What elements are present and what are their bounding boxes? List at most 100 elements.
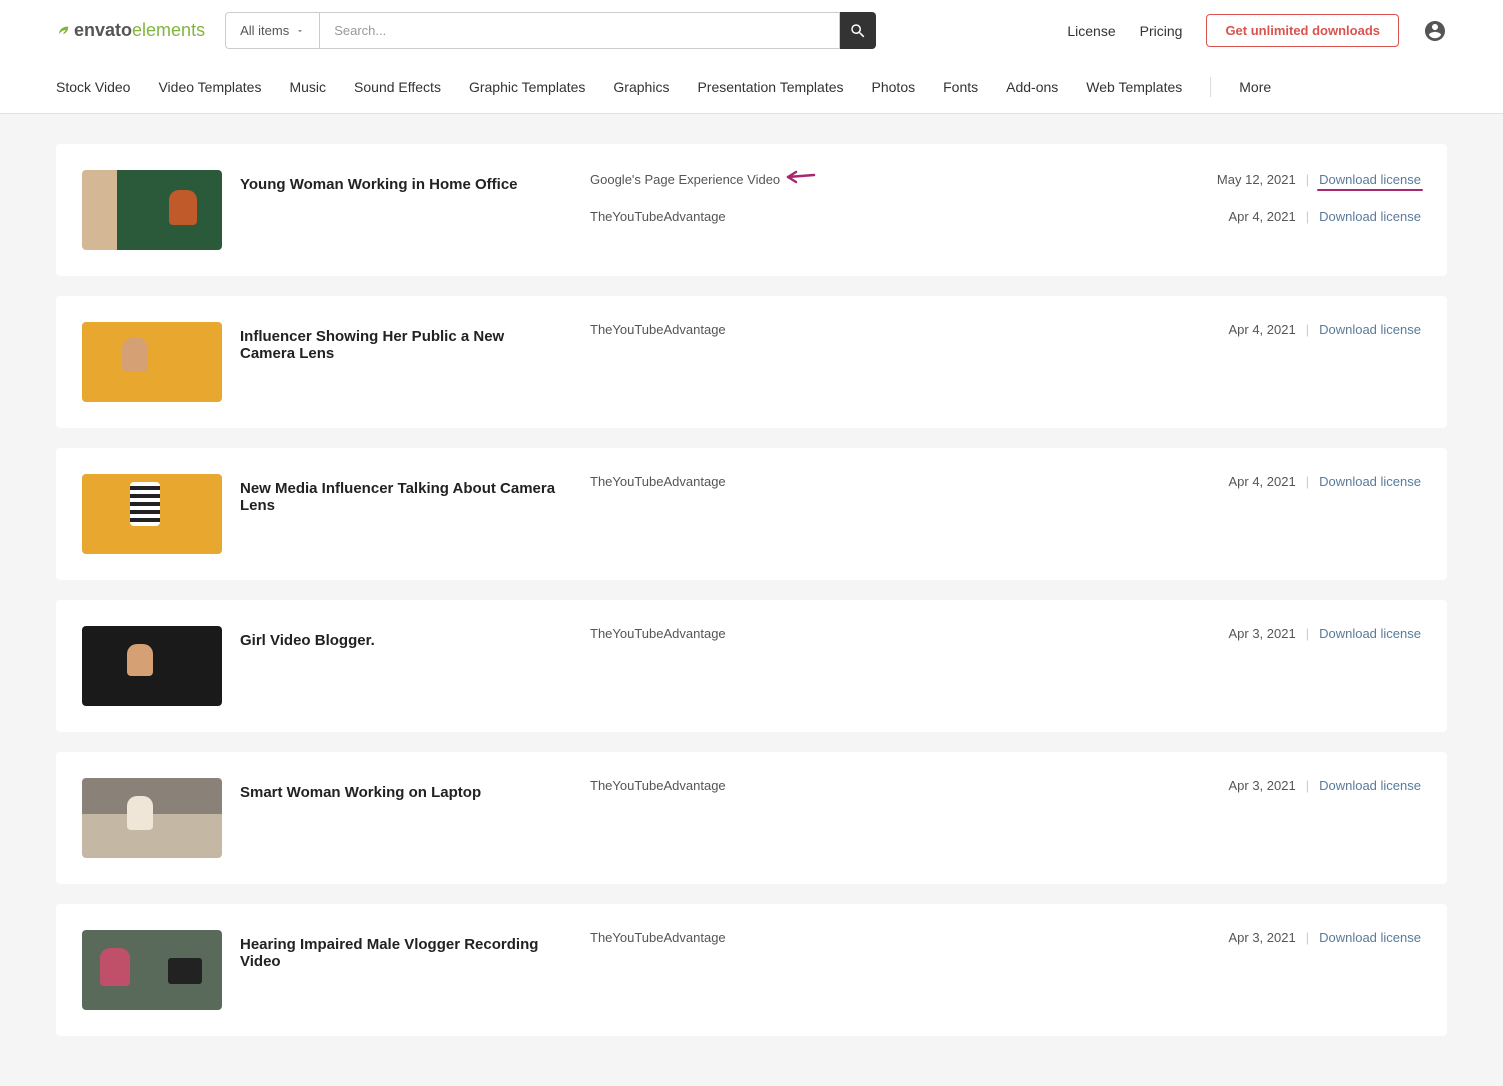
nav-photos[interactable]: Photos — [872, 61, 916, 113]
license-rows: TheYouTubeAdvantage Apr 3, 2021|Download … — [590, 626, 1421, 649]
item-thumbnail[interactable] — [82, 474, 222, 554]
cta-button[interactable]: Get unlimited downloads — [1206, 14, 1399, 47]
download-link-wrap: Download license — [1319, 172, 1421, 187]
license-date: Apr 4, 2021 — [1228, 474, 1295, 489]
item-info: Hearing Impaired Male Vlogger Recording … — [240, 930, 1421, 1010]
license-row: TheYouTubeAdvantage Apr 4, 2021 | Download … — [590, 322, 1421, 337]
nav-sound-effects[interactable]: Sound Effects — [354, 61, 441, 113]
item-thumbnail[interactable] — [82, 626, 222, 706]
download-link-wrap: Download license — [1319, 626, 1421, 641]
separator: | — [1306, 930, 1309, 945]
download-license-link[interactable]: Download license — [1319, 778, 1421, 793]
search-container: All items — [225, 12, 876, 49]
item-title[interactable]: Young Woman Working in Home Office — [240, 176, 560, 193]
license-project: TheYouTubeAdvantage — [590, 930, 726, 945]
item-title[interactable]: New Media Influencer Talking About Camer… — [240, 480, 560, 514]
license-project: TheYouTubeAdvantage — [590, 322, 726, 337]
header-top: envato elements All items License Pricin… — [0, 0, 1503, 61]
item-thumbnail[interactable] — [82, 322, 222, 402]
header-links: License Pricing Get unlimited downloads — [1067, 14, 1447, 47]
download-license-link[interactable]: Download license — [1319, 322, 1421, 337]
license-row: TheYouTubeAdvantage Apr 3, 2021 | Download … — [590, 930, 1421, 945]
header: envato elements All items License Pricin… — [0, 0, 1503, 114]
nav-graphics[interactable]: Graphics — [613, 61, 669, 113]
license-right: May 12, 2021|Download license — [1217, 172, 1421, 187]
nav-fonts[interactable]: Fonts — [943, 61, 978, 113]
nav-music[interactable]: Music — [289, 61, 326, 113]
leaf-icon — [56, 22, 70, 39]
annotation-arrow-icon — [786, 170, 818, 189]
account-icon[interactable] — [1423, 19, 1447, 43]
item-card: Young Woman Working in Home Office Google… — [56, 144, 1447, 276]
item-row: Smart Woman Working on Laptop TheYouTubeA… — [240, 778, 1421, 801]
download-link-wrap: Download license — [1319, 930, 1421, 945]
separator: | — [1306, 322, 1309, 337]
license-row: TheYouTubeAdvantageApr 4, 2021|Download … — [590, 474, 1421, 489]
item-card: Influencer Showing Her Public a New Came… — [56, 296, 1447, 428]
license-right: Apr 4, 2021 | Download license — [1228, 474, 1421, 489]
category-select-label: All items — [240, 23, 289, 38]
item-title[interactable]: Smart Woman Working on Laptop — [240, 784, 560, 801]
item-thumbnail[interactable] — [82, 170, 222, 250]
separator: | — [1306, 172, 1309, 187]
download-link-wrap: Download license — [1319, 322, 1421, 337]
license-date: Apr 4, 2021 — [1228, 322, 1295, 337]
chevron-down-icon — [295, 26, 305, 36]
license-right: Apr 4, 2021|Download license — [1228, 209, 1421, 224]
nav-add-ons[interactable]: Add-ons — [1006, 61, 1058, 113]
item-thumbnail[interactable] — [82, 930, 222, 1010]
item-thumbnail[interactable] — [82, 778, 222, 858]
license-date: Apr 3, 2021 — [1228, 626, 1295, 641]
item-title[interactable]: Hearing Impaired Male Vlogger Recording … — [240, 936, 560, 970]
license-rows: TheYouTubeAdvantageApr 4, 2021|Download … — [590, 474, 1421, 514]
license-right: Apr 3, 2021|Download license — [1228, 778, 1421, 793]
license-row: TheYouTubeAdvantageApr 4, 2021|Download … — [590, 209, 1421, 224]
item-title[interactable]: Girl Video Blogger. — [240, 632, 560, 649]
item-row: Hearing Impaired Male Vlogger Recording … — [240, 930, 1421, 970]
logo-text-elements: elements — [132, 20, 205, 41]
item-card: New Media Influencer Talking About Camer… — [56, 448, 1447, 580]
item-title[interactable]: Influencer Showing Her Public a New Came… — [240, 328, 560, 362]
item-row: Influencer Showing Her Public a New Came… — [240, 322, 1421, 362]
license-rows: TheYouTubeAdvantage Apr 4, 2021 | Download … — [590, 322, 1421, 362]
search-input[interactable] — [320, 12, 840, 49]
license-link[interactable]: License — [1067, 23, 1115, 39]
license-rows: TheYouTubeAdvantage Apr 3, 2021 | Download … — [590, 930, 1421, 970]
content: Young Woman Working in Home Office Google… — [0, 114, 1503, 1086]
item-row: Girl Video Blogger. TheYouTubeAdvantage Ap… — [240, 626, 1421, 649]
category-select[interactable]: All items — [225, 12, 320, 49]
nav-web-templates[interactable]: Web Templates — [1086, 61, 1182, 113]
license-project: TheYouTubeAdvantage — [590, 626, 726, 641]
download-license-link[interactable]: Download license — [1319, 172, 1421, 187]
separator: | — [1306, 778, 1309, 793]
license-rows: Google's Page Experience VideoMay 12, 20… — [590, 170, 1421, 224]
download-license-link[interactable]: Download license — [1319, 209, 1421, 224]
nav-video-templates[interactable]: Video Templates — [158, 61, 261, 113]
nav-bar: Stock Video Video Templates Music Sound … — [0, 61, 1503, 113]
license-row: Google's Page Experience VideoMay 12, 20… — [590, 170, 1421, 189]
download-link-wrap: Download license — [1319, 474, 1421, 489]
item-row: Young Woman Working in Home Office Google… — [240, 170, 1421, 224]
download-license-link[interactable]: Download license — [1319, 474, 1421, 489]
download-license-link[interactable]: Download license — [1319, 626, 1421, 641]
separator: | — [1306, 474, 1309, 489]
search-button[interactable] — [840, 12, 876, 49]
item-info: New Media Influencer Talking About Camer… — [240, 474, 1421, 554]
item-info: Girl Video Blogger. TheYouTubeAdvantage Ap… — [240, 626, 1421, 706]
license-rows: TheYouTubeAdvantageApr 3, 2021|Download … — [590, 778, 1421, 801]
item-info: Smart Woman Working on Laptop TheYouTubeA… — [240, 778, 1421, 858]
nav-presentation-templates[interactable]: Presentation Templates — [697, 61, 843, 113]
nav-graphic-templates[interactable]: Graphic Templates — [469, 61, 585, 113]
search-icon — [849, 22, 867, 40]
logo[interactable]: envato elements — [56, 20, 205, 41]
download-license-link[interactable]: Download license — [1319, 930, 1421, 945]
nav-stock-video[interactable]: Stock Video — [56, 61, 130, 113]
pricing-link[interactable]: Pricing — [1140, 23, 1183, 39]
item-card: Smart Woman Working on Laptop TheYouTubeA… — [56, 752, 1447, 884]
license-right: Apr 3, 2021|Download license — [1228, 626, 1421, 641]
item-info: Young Woman Working in Home Office Google… — [240, 170, 1421, 250]
license-project: TheYouTubeAdvantage — [590, 778, 726, 793]
license-date: Apr 3, 2021 — [1228, 930, 1295, 945]
nav-more[interactable]: More — [1239, 61, 1271, 113]
annotation-underline — [1317, 189, 1423, 191]
